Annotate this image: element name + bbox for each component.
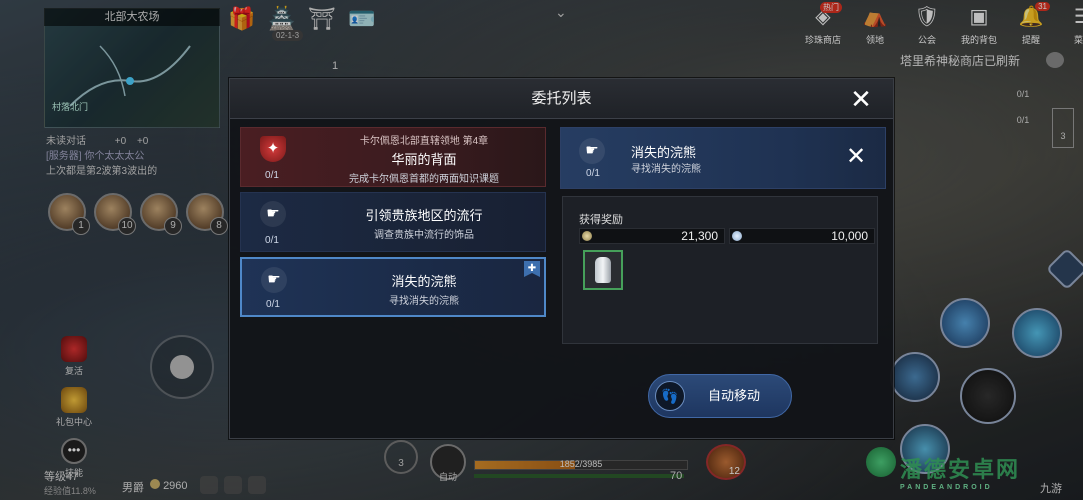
hand-icon: ☛ (260, 201, 286, 227)
auto-move-label: 自动移动 (707, 388, 760, 403)
crest-icon: ✦ (260, 136, 286, 162)
reward-box: 获得奖励 21,300 10,000 (562, 196, 878, 344)
quest-desc: 完成卡尔佩恩首都的两面知识课题 (349, 174, 499, 185)
reward-item-slot[interactable] (583, 250, 623, 290)
reward-silver: 21,300 (579, 228, 725, 244)
exp-orb-icon (732, 231, 742, 241)
hand-icon: ☛ (579, 138, 605, 164)
footprints-icon: 👣 (655, 381, 685, 411)
detail-title: 消失的浣熊 (631, 145, 697, 160)
reward-values: 21,300 10,000 (579, 228, 875, 244)
quest-title: 华丽的背面 (391, 152, 457, 167)
detail-header: ☛ 0/1 消失的浣熊 寻找消失的浣熊 ✕ (560, 127, 886, 189)
quest-chapter: 卡尔佩恩北部直辖领地 第4章 (359, 136, 489, 147)
quest-desc: 调查贵族中流行的饰品 (374, 230, 474, 241)
quest-count: 0/1 (265, 235, 279, 246)
reward-silver-value: 21,300 (681, 229, 718, 243)
silver-coin-icon (582, 231, 592, 241)
reward-exp: 10,000 (729, 228, 875, 244)
quest-title: 消失的浣熊 (391, 274, 457, 289)
auto-move-button[interactable]: 👣 自动移动 (648, 374, 792, 418)
quest-detail-panel: ☛ 0/1 消失的浣熊 寻找消失的浣熊 ✕ 获得奖励 21,300 10,000 (560, 127, 886, 432)
quest-count: 0/1 (266, 299, 280, 310)
close-icon[interactable]: ✕ (847, 85, 875, 113)
detail-count: 0/1 (586, 168, 600, 179)
quest-desc: 寻找消失的浣熊 (389, 296, 459, 307)
quest-card-main[interactable]: ✦ 0/1 卡尔佩恩北部直辖领地 第4章 华丽的背面 完成卡尔佩恩首都的两面知识… (240, 127, 546, 187)
milk-can-icon (595, 257, 611, 283)
quest-list: ✦ 0/1 卡尔佩恩北部直辖领地 第4章 华丽的背面 完成卡尔佩恩首都的两面知识… (240, 127, 548, 322)
quest-title: 引领贵族地区的流行 (365, 208, 483, 223)
abandon-quest-icon[interactable]: ✕ (841, 142, 871, 172)
detail-desc: 寻找消失的浣熊 (631, 164, 701, 175)
reward-exp-value: 10,000 (831, 229, 868, 243)
modal-title: 委托列表 (230, 79, 893, 119)
commission-list-modal: 委托列表 ✕ ✦ 0/1 卡尔佩恩北部直辖领地 第4章 华丽的背面 完成卡尔佩恩… (229, 78, 894, 439)
quest-count: 0/1 (265, 170, 279, 181)
hand-icon: ☛ (261, 267, 287, 293)
reward-label: 获得奖励 (579, 214, 623, 226)
quest-card-selected[interactable]: ☛ 0/1 消失的浣熊 寻找消失的浣熊 ✚ (240, 257, 546, 317)
quest-card[interactable]: ☛ 0/1 引领贵族地区的流行 调查贵族中流行的饰品 (240, 192, 546, 252)
